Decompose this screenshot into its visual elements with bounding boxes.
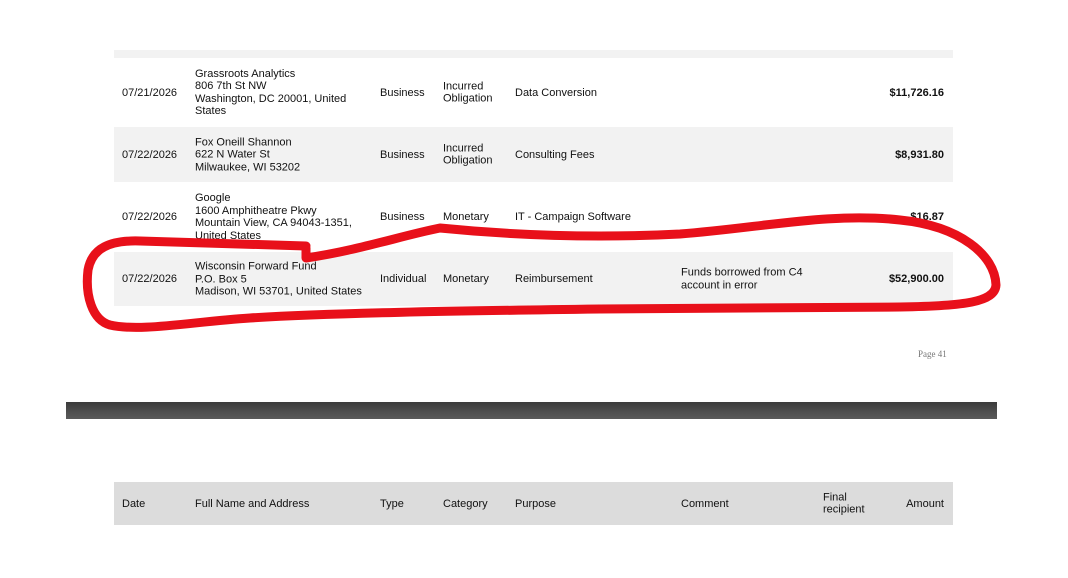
row-type: Individual: [380, 272, 427, 285]
table-row: 07/22/2026 Google 1600 Amphitheatre Pkwy…: [114, 182, 953, 252]
row-purpose: Data Conversion: [515, 86, 597, 99]
header-line: Final: [823, 491, 847, 503]
header-comment: Comment: [681, 497, 729, 510]
table-top-strip: [114, 50, 953, 58]
header-final-recipient: Final recipient: [823, 491, 865, 516]
header-category: Category: [443, 497, 488, 510]
address-line: Milwaukee, WI 53202: [195, 160, 301, 173]
row-type: Business: [380, 210, 425, 223]
header-type: Type: [380, 497, 404, 510]
row-amount: $8,931.80: [895, 148, 944, 161]
row-full-name-address: Wisconsin Forward Fund P.O. Box 5 Madiso…: [195, 260, 375, 298]
page-divider-bar: [66, 402, 997, 419]
category-line: Obligation: [443, 92, 493, 105]
header-purpose: Purpose: [515, 497, 556, 510]
document-page: 07/21/2026 Grassroots Analytics 806 7th …: [0, 0, 1068, 578]
row-category: Monetary: [443, 272, 489, 285]
row-category: Incurred Obligation: [443, 80, 493, 105]
row-purpose: IT - Campaign Software: [515, 210, 631, 223]
row-amount: $16.87: [910, 210, 944, 223]
comment-line: Funds borrowed from C4: [681, 266, 803, 279]
address-line: 806 7th St NW: [195, 80, 267, 92]
row-date: 07/22/2026: [122, 148, 178, 161]
row-full-name-address: Google 1600 Amphitheatre Pkwy Mountain V…: [195, 192, 375, 242]
table-row: 07/22/2026 Fox Oneill Shannon 622 N Wate…: [114, 127, 953, 182]
row-date: 07/21/2026: [122, 86, 178, 99]
row-date: 07/22/2026: [122, 210, 178, 223]
address-line: States: [195, 105, 227, 117]
header-line: recipient: [823, 503, 865, 516]
row-purpose: Consulting Fees: [515, 148, 595, 161]
row-type: Business: [380, 148, 425, 161]
address-line: 622 N Water St: [195, 148, 270, 161]
page-number: Page 41: [918, 349, 947, 359]
row-comment: Funds borrowed from C4 account in error: [681, 267, 831, 292]
row-category: Incurred Obligation: [443, 142, 493, 167]
table-header-row: Date Full Name and Address Type Category…: [114, 482, 953, 525]
header-amount: Amount: [906, 497, 944, 510]
comment-line: account in error: [681, 279, 758, 291]
row-full-name-address: Grassroots Analytics 806 7th St NW Washi…: [195, 68, 375, 118]
address-line: P.O. Box 5: [195, 272, 247, 285]
row-amount: $52,900.00: [888, 272, 944, 285]
address-line: Washington, DC 20001, United: [195, 92, 347, 105]
row-type: Business: [380, 86, 425, 99]
header-full-name: Full Name and Address: [195, 497, 310, 510]
table-row: 07/22/2026 Wisconsin Forward Fund P.O. B…: [114, 252, 953, 306]
address-line: 1600 Amphitheatre Pkwy: [195, 204, 317, 217]
name-line: Grassroots Analytics: [195, 67, 296, 80]
name-line: Google: [195, 192, 231, 204]
category-line: Incurred: [443, 142, 484, 154]
row-full-name-address: Fox Oneill Shannon 622 N Water St Milwau…: [195, 136, 375, 174]
address-line: Mountain View, CA 94043-1351,: [195, 217, 352, 229]
row-amount: $11,726.16: [889, 86, 944, 99]
name-line: Wisconsin Forward Fund: [195, 260, 317, 273]
table-row: 07/21/2026 Grassroots Analytics 806 7th …: [114, 58, 953, 127]
category-line: Incurred: [443, 80, 484, 92]
address-line: Madison, WI 53701, United States: [195, 285, 362, 298]
row-purpose: Reimbursement: [515, 272, 593, 285]
row-date: 07/22/2026: [122, 272, 178, 285]
category-line: Obligation: [443, 154, 493, 167]
address-line: United States: [195, 229, 262, 242]
name-line: Fox Oneill Shannon: [195, 135, 292, 148]
header-date: Date: [122, 497, 146, 510]
row-category: Monetary: [443, 210, 489, 223]
